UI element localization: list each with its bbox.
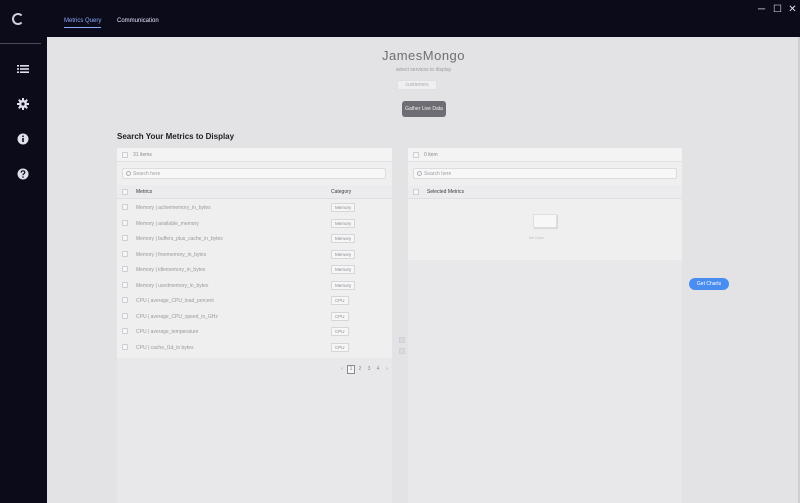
empty-inbox-icon: [533, 214, 557, 228]
prev-page-button[interactable]: ‹: [338, 365, 346, 374]
minimize-button[interactable]: ─: [756, 4, 767, 15]
next-page-button[interactable]: ›: [383, 365, 391, 374]
row-checkbox[interactable]: [122, 266, 128, 272]
search-placeholder: Search here: [133, 171, 161, 177]
tab-communication[interactable]: Communication: [117, 18, 159, 27]
category-tag: CPU: [331, 342, 349, 352]
left-panel-footer: [117, 358, 392, 503]
get-charts-button[interactable]: Get Charts: [689, 278, 729, 290]
empty-state-text: No Data: [529, 235, 544, 240]
metric-name: CPU | average_temperature: [136, 329, 199, 335]
right-panel-header: 0 item: [408, 148, 682, 162]
header-checkbox[interactable]: [122, 189, 128, 195]
gear-icon[interactable]: [17, 98, 29, 110]
page-title: JamesMongo: [381, 48, 466, 63]
metric-name: Memory | idlememory_in_bytes: [136, 267, 206, 273]
metric-name: Memory | activememory_in_bytes: [136, 205, 211, 211]
page-4-button[interactable]: 4: [374, 365, 382, 374]
search-icon: [126, 171, 131, 176]
logo-divider: [0, 43, 41, 44]
title-bar: Metrics Query Communication ─ ☐ ✕: [0, 0, 800, 37]
row-checkbox[interactable]: [122, 297, 128, 303]
item-count: 0 item: [424, 152, 438, 158]
selected-metrics-panel: 0 item Search here Selected Metrics No D…: [408, 148, 682, 260]
section-title: Search Your Metrics to Display: [117, 132, 235, 141]
category-tag: Memory: [331, 265, 356, 274]
table-row[interactable]: Memory | activememory_in_bytes Memory: [117, 200, 392, 216]
help-icon[interactable]: [17, 168, 29, 180]
metric-name: Memory | freememory_in_bytes: [136, 251, 207, 258]
table-header: Selected Metrics: [408, 185, 682, 199]
select-all-checkbox[interactable]: [413, 152, 419, 158]
metric-name: CPU | cache_l1d_in bytes: [136, 344, 194, 351]
row-checkbox[interactable]: [122, 235, 128, 241]
metric-name: CPU | average_CPU_load_percent: [136, 298, 214, 304]
table-row[interactable]: Memory | buffers_plus_cache_in_bytes Mem…: [117, 231, 392, 247]
available-metrics-panel: 31 items Search here Metrics Category Me…: [117, 148, 392, 358]
category-tag: CPU: [331, 296, 349, 305]
page-1-button[interactable]: 1: [347, 365, 355, 374]
tab-metrics-query[interactable]: Metrics Query: [64, 18, 102, 28]
table-row[interactable]: CPU | average_temperature CPU: [117, 324, 392, 340]
row-checkbox[interactable]: [122, 343, 128, 350]
search-icon: [417, 171, 422, 176]
right-panel-footer: [408, 260, 682, 503]
column-metrics: Metrics: [136, 189, 153, 195]
info-icon[interactable]: [17, 133, 29, 145]
category-tag: Memory: [331, 203, 356, 212]
column-category: Category: [331, 189, 352, 195]
gather-live-data-button[interactable]: Gather Live Data: [402, 101, 446, 117]
row-checkbox[interactable]: [122, 204, 128, 210]
move-left-button[interactable]: [399, 348, 405, 354]
move-right-button[interactable]: [399, 337, 405, 343]
metric-name: Memory | usedmemory_in_bytes: [136, 282, 209, 289]
category-tag: Memory: [331, 280, 356, 290]
right-search-input[interactable]: Search here: [413, 168, 677, 179]
metric-name: Memory | buffers_plus_cache_in_bytes: [136, 236, 223, 242]
table-row[interactable]: Memory | freememory_in_bytes Memory: [117, 247, 392, 263]
row-checkbox[interactable]: [122, 312, 128, 319]
row-checkbox[interactable]: [122, 250, 128, 257]
row-checkbox[interactable]: [122, 328, 128, 334]
close-button[interactable]: ✕: [787, 4, 798, 15]
metric-name: CPU | average_CPU_speed_in_GHz: [136, 313, 218, 320]
sidebar: [0, 37, 47, 503]
app-logo-icon: [12, 13, 24, 25]
row-checkbox[interactable]: [122, 281, 128, 288]
category-tag: Memory: [331, 249, 356, 259]
page-2-button[interactable]: 2: [356, 365, 364, 374]
category-tag: Memory: [331, 234, 356, 243]
category-tag: Memory: [331, 218, 356, 228]
page-3-button[interactable]: 3: [365, 365, 373, 374]
left-panel-header: 31 items: [117, 148, 392, 162]
table-row[interactable]: Memory | usedmemory_in_bytes Memory: [117, 278, 392, 294]
column-selected-metrics: Selected Metrics: [427, 189, 464, 195]
page-subtitle: select services to display: [395, 67, 452, 73]
maximize-button[interactable]: ☐: [772, 4, 783, 15]
table-row[interactable]: Memory | available_memory Memory: [117, 216, 392, 232]
item-count: 31 items: [133, 152, 152, 158]
list-icon[interactable]: [17, 63, 29, 75]
table-row[interactable]: Memory | idlememory_in_bytes Memory: [117, 262, 392, 278]
category-tag: CPU: [331, 327, 349, 336]
row-checkbox[interactable]: [122, 219, 128, 226]
table-header: Metrics Category: [117, 185, 392, 199]
search-placeholder: Search here: [424, 171, 452, 177]
table-row[interactable]: CPU | average_CPU_speed_in_GHz CPU: [117, 309, 392, 325]
main-content: JamesMongo select services to display cu…: [47, 37, 800, 503]
service-select[interactable]: customers: [397, 80, 437, 90]
category-tag: CPU: [331, 311, 349, 321]
metric-name: Memory | available_memory: [136, 220, 199, 227]
left-search-input[interactable]: Search here: [122, 168, 386, 179]
header-checkbox[interactable]: [413, 189, 419, 195]
table-row[interactable]: CPU | average_CPU_load_percent CPU: [117, 293, 392, 309]
select-all-checkbox[interactable]: [122, 152, 128, 158]
table-row[interactable]: CPU | cache_l1d_in bytes CPU: [117, 340, 392, 356]
